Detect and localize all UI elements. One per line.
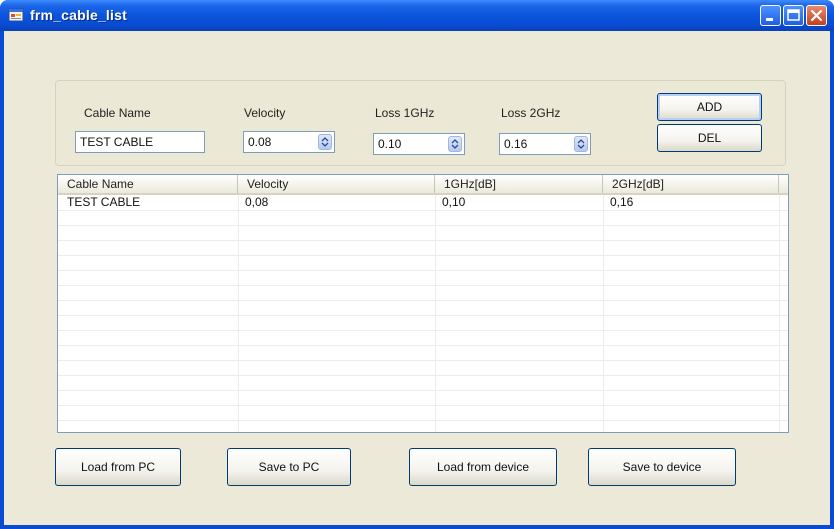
row-gridline	[58, 270, 788, 271]
minimize-button[interactable]	[760, 5, 781, 26]
load-from-pc-button[interactable]: Load from PC	[55, 448, 181, 486]
add-button[interactable]: ADD	[657, 93, 762, 121]
loss-1ghz-spinner[interactable]: 0.10	[373, 133, 465, 155]
cable-list-table[interactable]: Cable Name Velocity 1GHz[dB] 2GHz[dB] TE…	[57, 174, 789, 433]
window: frm_cable_list Cable Name TEST CABLE Vel…	[0, 0, 834, 529]
row-gridline	[58, 285, 788, 286]
window-title: frm_cable_list	[30, 7, 127, 23]
row-gridline	[58, 330, 788, 331]
row-gridline	[58, 345, 788, 346]
loss-1ghz-label: Loss 1GHz	[375, 106, 435, 120]
column-gridline	[435, 195, 436, 432]
column-gridline	[603, 195, 604, 432]
velocity-value: 0.08	[248, 135, 272, 149]
table-header: Cable Name Velocity 1GHz[dB] 2GHz[dB]	[58, 175, 788, 195]
loss-2ghz-spinner[interactable]: 0.16	[499, 133, 591, 155]
cable-name-field[interactable]: TEST CABLE	[75, 131, 205, 153]
row-gridline	[58, 405, 788, 406]
row-gridline	[58, 300, 788, 301]
cable-name-label: Cable Name	[84, 106, 151, 120]
cell-1ghz: 0,10	[442, 195, 466, 209]
spin-arrows-icon[interactable]	[448, 136, 462, 152]
delete-button[interactable]: DEL	[657, 124, 762, 152]
row-gridline	[58, 240, 788, 241]
column-header-cable-name[interactable]: Cable Name	[58, 175, 238, 193]
dialog-client-area: Cable Name TEST CABLE Velocity 0.08 Loss…	[4, 31, 830, 525]
row-gridline	[58, 225, 788, 226]
save-to-device-button[interactable]: Save to device	[588, 448, 736, 486]
spin-arrows-icon[interactable]	[574, 136, 588, 152]
close-icon	[810, 9, 823, 22]
velocity-label: Velocity	[244, 106, 286, 120]
column-header-1ghz[interactable]: 1GHz[dB]	[435, 175, 603, 193]
row-gridline	[58, 360, 788, 361]
close-button[interactable]	[806, 5, 827, 26]
row-gridline	[58, 390, 788, 391]
row-gridline	[58, 255, 788, 256]
velocity-spinner[interactable]: 0.08	[243, 131, 335, 153]
cell-2ghz: 0,16	[610, 195, 634, 209]
row-gridline	[58, 375, 788, 376]
column-header-velocity[interactable]: Velocity	[238, 175, 435, 193]
column-gridline	[238, 195, 239, 432]
minimize-icon	[766, 18, 773, 21]
title-bar[interactable]: frm_cable_list	[0, 0, 834, 31]
column-gridline	[779, 195, 780, 432]
row-gridline	[58, 315, 788, 316]
spin-arrows-icon[interactable]	[318, 134, 332, 150]
cell-velocity: 0,08	[245, 195, 269, 209]
save-to-pc-button[interactable]: Save to PC	[227, 448, 351, 486]
app-icon[interactable]	[8, 7, 24, 23]
loss-1ghz-value: 0.10	[378, 137, 402, 151]
load-from-device-button[interactable]: Load from device	[409, 448, 557, 486]
loss-2ghz-value: 0.16	[504, 137, 528, 151]
loss-2ghz-label: Loss 2GHz	[501, 106, 561, 120]
column-header-2ghz[interactable]: 2GHz[dB]	[603, 175, 779, 193]
row-gridline	[58, 420, 788, 421]
maximize-icon	[787, 9, 800, 21]
table-row[interactable]: TEST CABLE 0,08 0,10 0,16	[58, 195, 788, 210]
maximize-button[interactable]	[783, 5, 804, 26]
cell-cable-name: TEST CABLE	[67, 195, 141, 209]
row-gridline	[58, 210, 788, 211]
